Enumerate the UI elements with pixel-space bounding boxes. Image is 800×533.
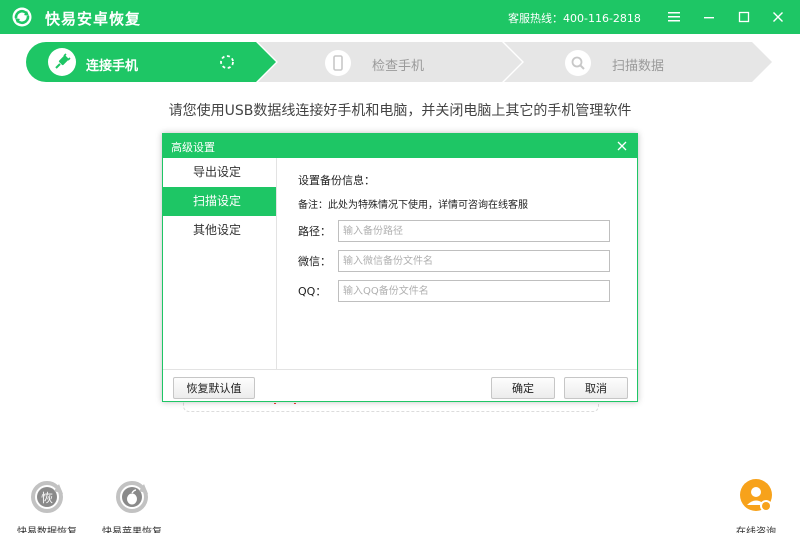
- restore-default-button[interactable]: 恢复默认值: [173, 377, 255, 399]
- phone-icon: [325, 50, 351, 76]
- sidebar-item-export[interactable]: 导出设定: [163, 158, 276, 187]
- dialog-title: 高级设置: [171, 141, 215, 154]
- apple-recovery-label: 快易苹果恢复: [102, 527, 162, 533]
- online-consult-label: 在线咨询: [736, 527, 776, 533]
- dialog-header: 高级设置: [163, 134, 637, 158]
- loading-spinner-icon: [220, 55, 234, 69]
- data-recovery-tool[interactable]: 恢 快易数据恢复: [12, 478, 82, 533]
- instruction-text: 请您使用USB数据线连接好手机和电脑，并关闭电脑上其它的手机管理软件: [168, 103, 632, 119]
- dialog-footer: 恢复默认值 确定 取消: [163, 369, 637, 401]
- usb-plug-icon: [48, 48, 76, 76]
- dialog-sidebar: 导出设定 扫描设定 其他设定: [163, 158, 277, 370]
- qq-row: QQ：: [298, 280, 610, 302]
- data-recovery-label: 快易数据恢复: [17, 527, 77, 533]
- dialog-content: 设置备份信息： 备注：此处为特殊情况下使用，详情可咨询在线客服 路径： 微信： …: [298, 172, 618, 302]
- step-label-scan: 扫描数据: [612, 59, 665, 74]
- app-title: 快易安卓恢复: [45, 10, 142, 28]
- qq-input[interactable]: [338, 280, 610, 302]
- app-logo-icon: [12, 7, 32, 27]
- data-recovery-icon: 恢: [31, 481, 63, 513]
- chat-bubble-icon: [740, 479, 772, 512]
- ok-button[interactable]: 确定: [491, 377, 555, 399]
- path-row: 路径：: [298, 220, 610, 242]
- backup-note: 备注：此处为特殊情况下使用，详情可咨询在线客服: [298, 200, 528, 211]
- wechat-row: 微信：: [298, 250, 610, 272]
- close-icon[interactable]: [768, 7, 788, 27]
- qq-label: QQ：: [298, 285, 327, 298]
- sidebar-item-scan[interactable]: 扫描设定: [163, 187, 276, 216]
- maximize-icon[interactable]: [734, 7, 754, 27]
- magnifier-icon: [565, 50, 591, 76]
- wechat-label: 微信：: [298, 255, 331, 268]
- minimize-icon[interactable]: [699, 7, 719, 27]
- step-label-connect: 连接手机: [86, 59, 139, 74]
- sidebar-item-other[interactable]: 其他设定: [163, 216, 276, 245]
- apple-recovery-icon: [116, 481, 148, 513]
- title-bar: 快易安卓恢复 客服热线：400-116-2818: [0, 0, 800, 34]
- online-consult-tool[interactable]: 在线咨询: [728, 478, 784, 533]
- svg-text:恢: 恢: [41, 491, 53, 505]
- steps-bar: 连接手机 检查手机 扫描数据: [0, 42, 800, 82]
- menu-icon[interactable]: [664, 7, 684, 27]
- step-label-check: 检查手机: [372, 59, 425, 74]
- dialog-close-icon[interactable]: [613, 137, 631, 155]
- hotline-text: 客服热线：400-116-2818: [508, 12, 641, 25]
- wechat-input[interactable]: [338, 250, 610, 272]
- path-input[interactable]: [338, 220, 610, 242]
- advanced-settings-dialog: 高级设置 导出设定 扫描设定 其他设定 设置备份信息： 备注：此处为特殊情况下使…: [162, 133, 638, 402]
- path-label: 路径：: [298, 225, 331, 238]
- apple-recovery-tool[interactable]: 快易苹果恢复: [97, 478, 167, 533]
- backup-info-heading: 设置备份信息：: [298, 174, 375, 187]
- cancel-button[interactable]: 取消: [564, 377, 628, 399]
